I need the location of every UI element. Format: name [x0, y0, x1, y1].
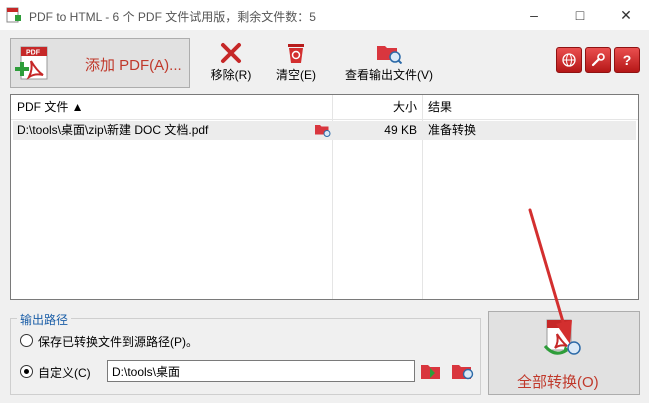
row-result: 准备转换 — [428, 123, 477, 137]
recycle-bin-icon — [288, 44, 304, 63]
title-bar: PDF to HTML - 6 个 PDF 文件试用版，剩余文件数：5 – □ … — [0, 0, 649, 30]
column-header-file[interactable]: PDF 文件 ▲ — [17, 95, 327, 119]
view-output-label: 查看输出文件(V) — [345, 68, 433, 82]
red-x-icon — [221, 43, 241, 63]
output-path-legend: 输出路径 — [17, 311, 72, 328]
maximize-button[interactable]: □ — [557, 0, 603, 30]
table-row[interactable]: D:\tools\桌面\zip\新建 DOC 文档.pdf 49 KB 准备转换 — [13, 121, 636, 140]
save-to-source-label[interactable]: 保存已转换文件到源路径(P)。 — [38, 333, 198, 350]
column-header-size[interactable]: 大小 — [333, 95, 417, 119]
list-header: PDF 文件 ▲ 大小 结果 — [11, 95, 638, 120]
settings-icon[interactable] — [585, 47, 611, 73]
app-icon — [6, 7, 22, 23]
clear-button[interactable]: 清空(E) — [271, 40, 321, 86]
convert-all-label: 全部转换(O) — [517, 374, 599, 391]
annotation-arrow-icon — [528, 208, 572, 344]
help-icon[interactable]: ? — [614, 47, 640, 73]
browse-folder-icon[interactable] — [420, 361, 442, 381]
folder-search-icon — [377, 46, 402, 64]
add-pdf-button[interactable]: PDF 添加 PDF(A)... — [10, 38, 190, 88]
open-folder-search-icon[interactable] — [451, 361, 475, 381]
clear-label: 清空(E) — [276, 68, 316, 82]
folder-search-icon[interactable] — [315, 123, 331, 138]
close-button[interactable]: ✕ — [603, 0, 649, 30]
remove-button[interactable]: 移除(R) — [204, 40, 258, 86]
custom-path-radio[interactable] — [20, 365, 33, 378]
window-title: PDF to HTML - 6 个 PDF 文件试用版，剩余文件数：5 — [29, 10, 316, 24]
row-file-path: D:\tools\桌面\zip\新建 DOC 文档.pdf — [17, 123, 209, 137]
save-to-source-radio[interactable] — [20, 334, 33, 347]
custom-path-label[interactable]: 自定义(C) — [38, 364, 91, 381]
pdf-add-icon: PDF — [15, 45, 55, 83]
output-path-input[interactable] — [107, 360, 415, 382]
output-path-group — [10, 318, 481, 395]
view-output-button[interactable]: 查看输出文件(V) — [340, 40, 438, 86]
remove-label: 移除(R) — [210, 68, 252, 82]
add-pdf-label: 添加 PDF(A)... — [85, 57, 182, 74]
svg-text:PDF: PDF — [26, 50, 41, 57]
column-header-result[interactable]: 结果 — [428, 95, 628, 119]
web-icon[interactable] — [556, 47, 582, 73]
row-file-size: 49 KB — [384, 123, 417, 137]
minimize-button[interactable]: – — [511, 0, 557, 30]
